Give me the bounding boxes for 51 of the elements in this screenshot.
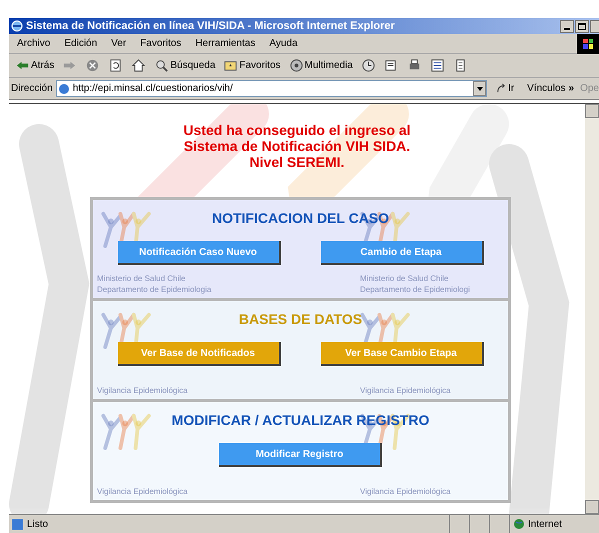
- caption-text: Vigilancia Epidemiológica: [97, 385, 188, 396]
- zone-text: Internet: [528, 518, 562, 532]
- section-title: MODIFICAR / ACTUALIZAR REGISTRO: [172, 411, 430, 430]
- caption-text: Vigilancia Epidemiológica: [360, 385, 451, 396]
- menu-item[interactable]: Herramientas: [195, 36, 256, 51]
- toolbar-icon: [360, 58, 376, 73]
- caption-text: Vigilancia Epidemiológica: [97, 486, 188, 497]
- menu-item[interactable]: Ayuda: [269, 36, 298, 51]
- section-title: NOTIFICACION DEL CASO: [212, 209, 390, 228]
- go-button[interactable]: Ir: [496, 81, 514, 96]
- toolbar-icon: [430, 58, 445, 73]
- scrollbar[interactable]: [585, 104, 599, 514]
- favorites-button[interactable]: Favoritos: [223, 58, 281, 73]
- more-links-button[interactable]: »: [568, 81, 574, 96]
- address-label: Dirección: [11, 82, 53, 96]
- window-title: Sistema de Notificación en línea VIH/SIDA - Microsoft Internet Explorer: [26, 18, 395, 34]
- welcome-message: Nivel SEREMI.: [250, 154, 344, 170]
- menu-item[interactable]: Archivo: [17, 36, 50, 51]
- globe-icon: [513, 518, 525, 530]
- caption-text: Ministerio de Salud Chile: [97, 273, 186, 284]
- edit-button[interactable]: [430, 58, 445, 73]
- globe-icon: [11, 20, 23, 32]
- windows-logo-icon: [577, 34, 599, 54]
- menu-item[interactable]: Favoritos: [140, 36, 182, 51]
- menu-item[interactable]: Edición: [64, 36, 98, 51]
- house-icon: [131, 58, 146, 73]
- minimize-button[interactable]: [560, 20, 574, 32]
- search-icon: [154, 58, 170, 73]
- section-title: BASES DE DATOS: [238, 310, 362, 329]
- caption-text: Ministerio de Salud Chile: [360, 273, 450, 284]
- toolbar-icon: [288, 58, 304, 73]
- stop-button[interactable]: [85, 58, 100, 73]
- toolbar-icon: [85, 58, 100, 73]
- address-field[interactable]: http://epi.minsal.cl/cuestionarios/vih/: [56, 80, 488, 97]
- menu-item[interactable]: Ver: [111, 36, 126, 51]
- media-button[interactable]: Multimedia: [288, 58, 353, 73]
- home-button[interactable]: [131, 58, 146, 73]
- back-button[interactable]: Atrás: [15, 58, 54, 73]
- refresh-button[interactable]: [108, 58, 124, 73]
- caption-text: Vigilancia Epidemiológica: [360, 486, 451, 497]
- status-text: Listo: [27, 518, 48, 532]
- maximize-button[interactable]: [575, 20, 589, 32]
- caption-text: Departamento de Epidemiologia: [97, 284, 212, 295]
- arrow-icon: [496, 83, 508, 94]
- history-button[interactable]: [360, 58, 376, 73]
- caption-text: Departamento de Epidemiologi: [360, 284, 470, 295]
- search-button[interactable]: Búsqueda: [154, 58, 216, 73]
- toolbar-icon: [108, 58, 124, 73]
- welcome-message: Sistema de Notificación VIH SIDA.: [184, 138, 410, 154]
- links-button[interactable]: Vínculos: [527, 81, 566, 96]
- welcome-message: Usted ha conseguido el ingreso al: [183, 122, 411, 138]
